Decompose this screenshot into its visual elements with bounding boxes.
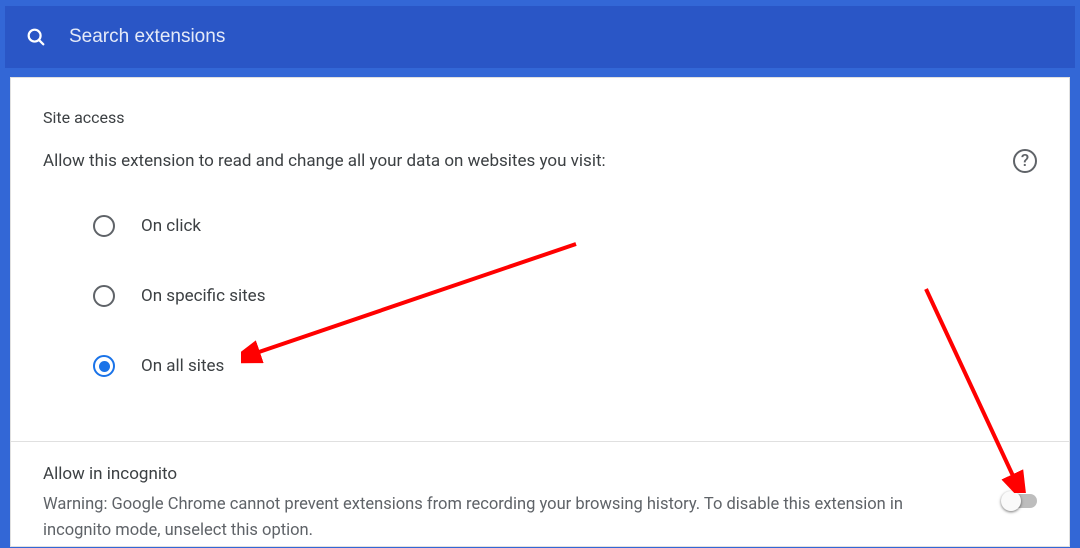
search-icon (25, 26, 47, 48)
header-bar (0, 0, 1080, 68)
radio-label: On all sites (141, 356, 224, 376)
radio-label: On specific sites (141, 286, 265, 306)
radio-icon (93, 215, 115, 237)
toggle-track (1003, 494, 1037, 508)
incognito-text-block: Allow in incognito Warning: Google Chrom… (43, 464, 963, 543)
search-bar[interactable] (5, 6, 1075, 68)
radio-icon (93, 285, 115, 307)
incognito-section: Allow in incognito Warning: Google Chrom… (11, 442, 1069, 548)
incognito-warning: Warning: Google Chrome cannot prevent ex… (43, 492, 963, 543)
radio-on-specific-sites[interactable]: On specific sites (93, 261, 1037, 331)
panel-wrap: Site access Allow this extension to read… (0, 68, 1080, 547)
help-icon[interactable]: ? (1013, 149, 1037, 173)
site-access-subtitle-row: Allow this extension to read and change … (43, 149, 1037, 173)
incognito-title: Allow in incognito (43, 464, 963, 484)
site-access-section: Site access Allow this extension to read… (11, 78, 1069, 441)
toggle-thumb (1001, 491, 1021, 511)
settings-panel: Site access Allow this extension to read… (10, 77, 1070, 547)
radio-icon-selected (93, 355, 115, 377)
site-access-subtitle: Allow this extension to read and change … (43, 151, 606, 171)
radio-label: On click (141, 216, 201, 236)
incognito-toggle[interactable] (1003, 494, 1037, 508)
radio-on-click[interactable]: On click (93, 191, 1037, 261)
radio-on-all-sites[interactable]: On all sites (93, 331, 1037, 401)
site-access-title: Site access (43, 108, 1037, 127)
site-access-radios: On click On specific sites On all sites (43, 191, 1037, 401)
search-input[interactable] (69, 26, 1055, 48)
radio-dot (99, 361, 110, 372)
